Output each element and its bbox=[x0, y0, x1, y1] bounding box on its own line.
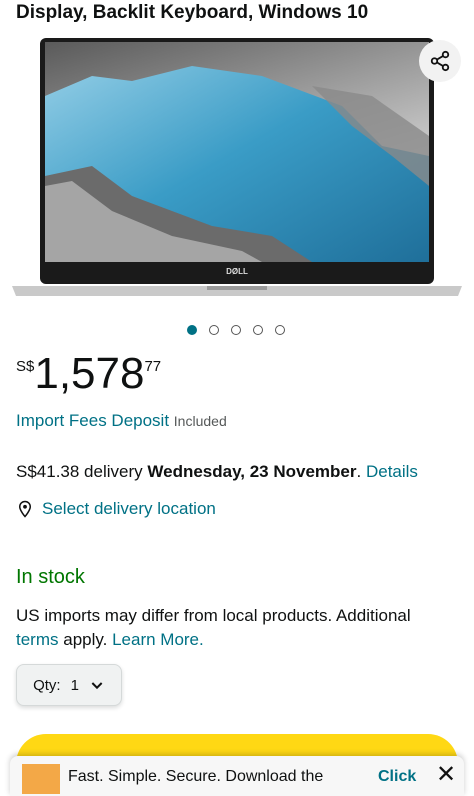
select-location-link[interactable]: Select delivery location bbox=[42, 499, 216, 519]
banner-click-button[interactable]: Click bbox=[378, 768, 416, 786]
product-image[interactable]: DØLL bbox=[12, 36, 462, 304]
carousel-dot[interactable] bbox=[187, 325, 197, 335]
chevron-down-icon bbox=[91, 682, 103, 690]
select-location[interactable]: Select delivery location bbox=[16, 499, 216, 519]
carousel-dot[interactable] bbox=[275, 325, 285, 335]
price: S$ 1,578 77 bbox=[16, 350, 161, 398]
app-download-banner: Fast. Simple. Secure. Download the Click… bbox=[10, 756, 464, 796]
price-whole: 1,578 bbox=[34, 349, 145, 398]
import-note: US imports may differ from local product… bbox=[16, 606, 411, 649]
carousel-dot[interactable] bbox=[209, 325, 219, 335]
share-icon bbox=[430, 50, 450, 72]
import-fees-link[interactable]: Import Fees Deposit bbox=[16, 411, 169, 430]
quantity-value: 1 bbox=[70, 676, 79, 694]
carousel-dot[interactable] bbox=[253, 325, 263, 335]
product-title: Display, Backlit Keyboard, Windows 10 bbox=[16, 2, 369, 23]
import-fees-status: Included bbox=[173, 413, 227, 429]
banner-text: Fast. Simple. Secure. Download the bbox=[68, 768, 324, 785]
location-pin-icon bbox=[18, 500, 32, 518]
delivery-cost: S$41.38 delivery bbox=[16, 462, 143, 481]
terms-link[interactable]: terms bbox=[16, 630, 59, 649]
brand-logo: DØLL bbox=[226, 267, 248, 276]
image-carousel-dots bbox=[187, 325, 285, 335]
share-button[interactable] bbox=[419, 40, 461, 82]
close-icon[interactable]: ✕ bbox=[436, 760, 456, 789]
price-fraction: 77 bbox=[144, 358, 162, 375]
stock-status: In stock bbox=[16, 566, 85, 588]
delivery-details-link[interactable]: Details bbox=[366, 462, 418, 481]
quantity-label: Qty: bbox=[33, 676, 61, 694]
delivery-info: S$41.38 delivery Wednesday, 23 November.… bbox=[16, 462, 418, 481]
delivery-date: Wednesday, 23 November bbox=[147, 462, 357, 481]
quantity-selector[interactable]: Qty: 1 bbox=[16, 664, 122, 706]
carousel-dot[interactable] bbox=[231, 325, 241, 335]
import-fees: Import Fees Deposit Included bbox=[16, 411, 227, 431]
learn-more-link[interactable]: Learn More. bbox=[112, 630, 204, 649]
price-currency: S$ bbox=[16, 358, 35, 375]
